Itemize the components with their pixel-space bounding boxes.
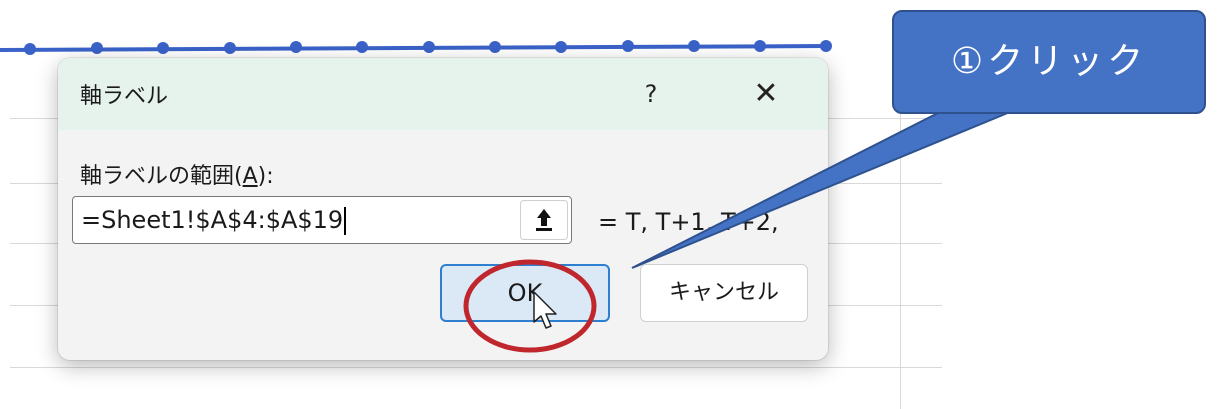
callout-click-instruction: ①クリック	[892, 10, 1206, 114]
callout-pointer	[631, 111, 1011, 269]
highlight-circle	[463, 259, 597, 353]
mouse-cursor-icon	[533, 291, 557, 329]
